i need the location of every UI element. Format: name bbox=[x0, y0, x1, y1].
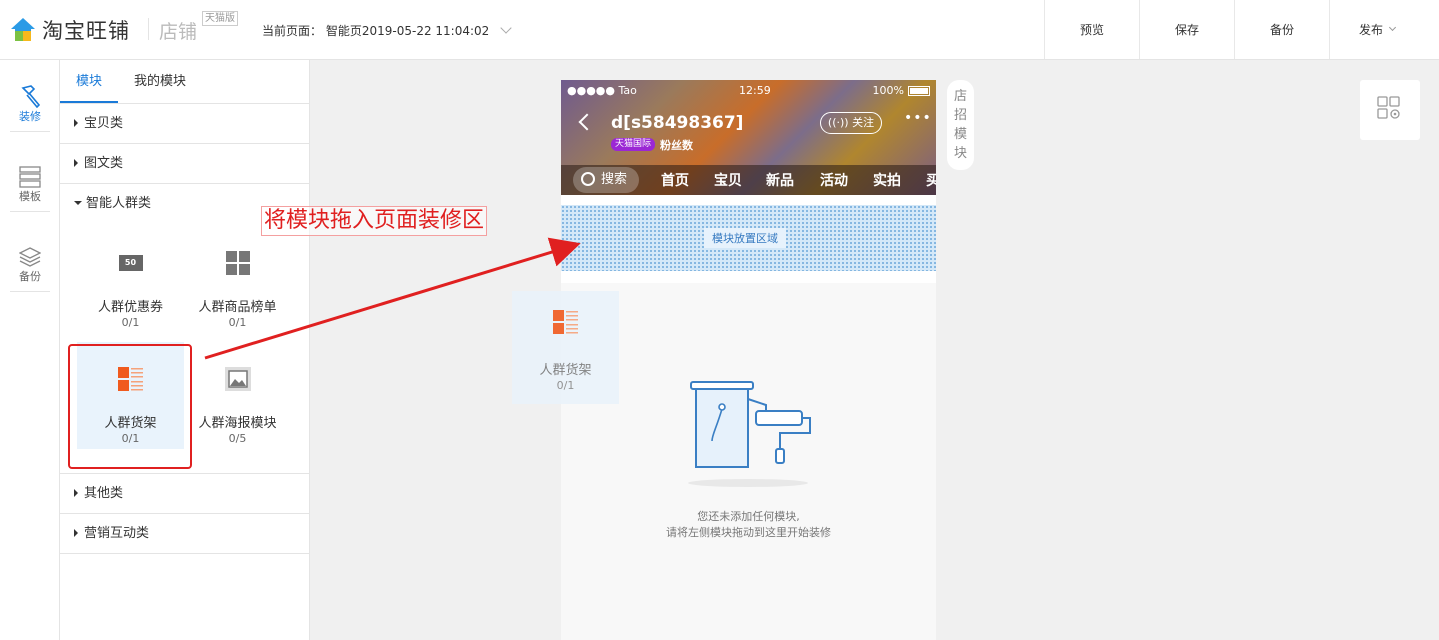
house-logo-icon bbox=[10, 17, 36, 43]
caret-right-icon bbox=[74, 119, 78, 127]
logo[interactable]: 淘宝旺铺 bbox=[10, 15, 130, 45]
template-icon bbox=[10, 160, 50, 188]
category-label: 智能人群类 bbox=[86, 196, 152, 211]
module-count: 0/1 bbox=[228, 316, 247, 329]
empty-message-line: 您还未添加任何模块, bbox=[697, 510, 800, 523]
coupon-icon: 50 bbox=[77, 244, 184, 282]
module-count: 0/5 bbox=[228, 432, 247, 445]
category-item-other[interactable]: 其他类 bbox=[60, 474, 309, 514]
brand-name: 淘宝旺铺 bbox=[42, 19, 130, 43]
empty-message: 您还未添加任何模块, 请将左侧模块拖动到这里开始装修 bbox=[561, 509, 936, 541]
tab-modules[interactable]: 模块 bbox=[60, 60, 119, 103]
rail-item-decorate[interactable]: 装修 bbox=[10, 72, 50, 132]
annotation-text: 将模块拖入页面装修区 bbox=[261, 206, 488, 236]
caret-right-icon bbox=[74, 489, 78, 497]
module-count: 0/1 bbox=[121, 316, 140, 329]
module-name: 人群海报模块 bbox=[198, 416, 277, 431]
panel-tabs: 模块 我的模块 bbox=[60, 60, 309, 104]
layout-settings-button[interactable] bbox=[1360, 80, 1420, 140]
chevron-down-icon bbox=[500, 22, 512, 34]
follow-button[interactable]: ((·)) 关注 bbox=[820, 112, 882, 134]
caret-right-icon bbox=[74, 159, 78, 167]
nav-item-photos[interactable]: 实拍 bbox=[873, 170, 901, 190]
nav-item-home[interactable]: 首页 bbox=[661, 170, 689, 190]
battery-icon bbox=[908, 86, 930, 96]
more-icon[interactable]: ••• bbox=[904, 110, 932, 126]
module-name: 人群商品榜单 bbox=[198, 300, 277, 315]
category-label: 图文类 bbox=[84, 156, 124, 171]
nav-item-new[interactable]: 新品 bbox=[766, 170, 794, 190]
nav-item-products[interactable]: 宝贝 bbox=[714, 170, 742, 190]
category-label: 营销互动类 bbox=[84, 526, 150, 541]
rail-item-backup[interactable]: 备份 bbox=[10, 232, 50, 292]
chevron-down-icon bbox=[1388, 23, 1397, 32]
preview-label: 预览 bbox=[1079, 23, 1104, 37]
module-crowd-coupon[interactable]: 50 人群优惠券 0/1 bbox=[77, 226, 184, 333]
paint-bucket-icon bbox=[686, 379, 816, 491]
current-page-selector[interactable]: 当前页面： 智能页2019-05-22 11:04:02 bbox=[262, 22, 512, 39]
status-time: 12:59 bbox=[739, 84, 771, 97]
save-button[interactable]: 保存 bbox=[1139, 0, 1234, 59]
category-label: 其他类 bbox=[84, 486, 124, 501]
search-icon bbox=[581, 172, 595, 186]
hammer-icon bbox=[10, 80, 50, 108]
divider bbox=[148, 18, 149, 40]
category-item-image-text[interactable]: 图文类 bbox=[60, 144, 309, 184]
shop-nav: 搜索 首页 宝贝 新品 活动 实拍 买 bbox=[561, 165, 936, 195]
tmall-badge: 天猫版 bbox=[202, 11, 238, 26]
search-field[interactable]: 搜索 bbox=[573, 167, 639, 193]
shop-title: d[s58498367] bbox=[611, 113, 744, 133]
left-rail: 装修 模板 备份 bbox=[0, 60, 60, 640]
carrier: ●●●●● Tao bbox=[567, 84, 637, 97]
back-arrow-icon[interactable] bbox=[578, 113, 596, 131]
empty-message-line: 请将左侧模块拖动到这里开始装修 bbox=[666, 526, 831, 539]
shelf-icon bbox=[512, 303, 619, 341]
dragging-module-ghost[interactable]: 人群货架 0/1 bbox=[512, 291, 619, 404]
module-crowd-poster[interactable]: 人群海报模块 0/5 bbox=[184, 342, 291, 449]
save-label: 保存 bbox=[1174, 23, 1199, 37]
layers-icon bbox=[10, 240, 50, 268]
shop-label: 店铺 bbox=[159, 21, 198, 43]
backup-button[interactable]: 备份 bbox=[1234, 0, 1329, 59]
battery: 100% bbox=[873, 84, 930, 97]
layout-settings-icon bbox=[1377, 96, 1403, 124]
nav-item-events[interactable]: 活动 bbox=[820, 170, 848, 190]
module-crowd-ranking[interactable]: 人群商品榜单 0/1 bbox=[184, 226, 291, 333]
shop-sign-module-tag[interactable]: 店招模块 bbox=[947, 80, 974, 170]
fans-count: 粉丝数 bbox=[660, 139, 693, 152]
publish-label: 发布 bbox=[1358, 23, 1383, 37]
nav-item-more[interactable]: 买 bbox=[926, 170, 936, 190]
image-icon bbox=[184, 360, 291, 398]
current-page-value: 智能页2019-05-22 11:04:02 bbox=[325, 24, 490, 38]
module-name: 人群货架 bbox=[539, 363, 592, 378]
rail-label: 模板 bbox=[19, 190, 41, 203]
caret-down-icon bbox=[74, 201, 82, 205]
top-actions: 预览 保存 备份 发布 bbox=[1044, 0, 1424, 59]
search-label: 搜索 bbox=[601, 172, 628, 187]
tab-my-modules[interactable]: 我的模块 bbox=[118, 60, 202, 103]
rail-label: 备份 bbox=[19, 270, 41, 283]
top-bar: 淘宝旺铺 店铺 天猫版 当前页面： 智能页2019-05-22 11:04:02… bbox=[0, 0, 1439, 60]
category-label: 宝贝类 bbox=[84, 116, 124, 131]
current-page-label: 当前页面： bbox=[262, 24, 323, 38]
publish-button[interactable]: 发布 bbox=[1329, 0, 1424, 59]
caret-right-icon bbox=[74, 529, 78, 537]
grid-icon bbox=[184, 244, 291, 282]
drop-zone-label: 模块放置区域 bbox=[704, 228, 786, 248]
module-count: 0/1 bbox=[556, 379, 575, 392]
module-name: 人群优惠券 bbox=[97, 300, 163, 315]
category-item-products[interactable]: 宝贝类 bbox=[60, 104, 309, 144]
highlight-box bbox=[68, 344, 192, 469]
tmall-intl-badge: 天猫国际 bbox=[611, 138, 656, 151]
category-item-marketing[interactable]: 营销互动类 bbox=[60, 514, 309, 554]
shop-header-banner[interactable]: ●●●●● Tao 12:59 100% d[s58498367] ((·)) … bbox=[561, 80, 936, 195]
rail-label: 装修 bbox=[19, 110, 41, 123]
preview-button[interactable]: 预览 bbox=[1044, 0, 1139, 59]
rail-item-template[interactable]: 模板 bbox=[10, 152, 50, 212]
backup-label: 备份 bbox=[1269, 23, 1294, 37]
module-drop-zone[interactable]: 模块放置区域 bbox=[561, 205, 936, 271]
